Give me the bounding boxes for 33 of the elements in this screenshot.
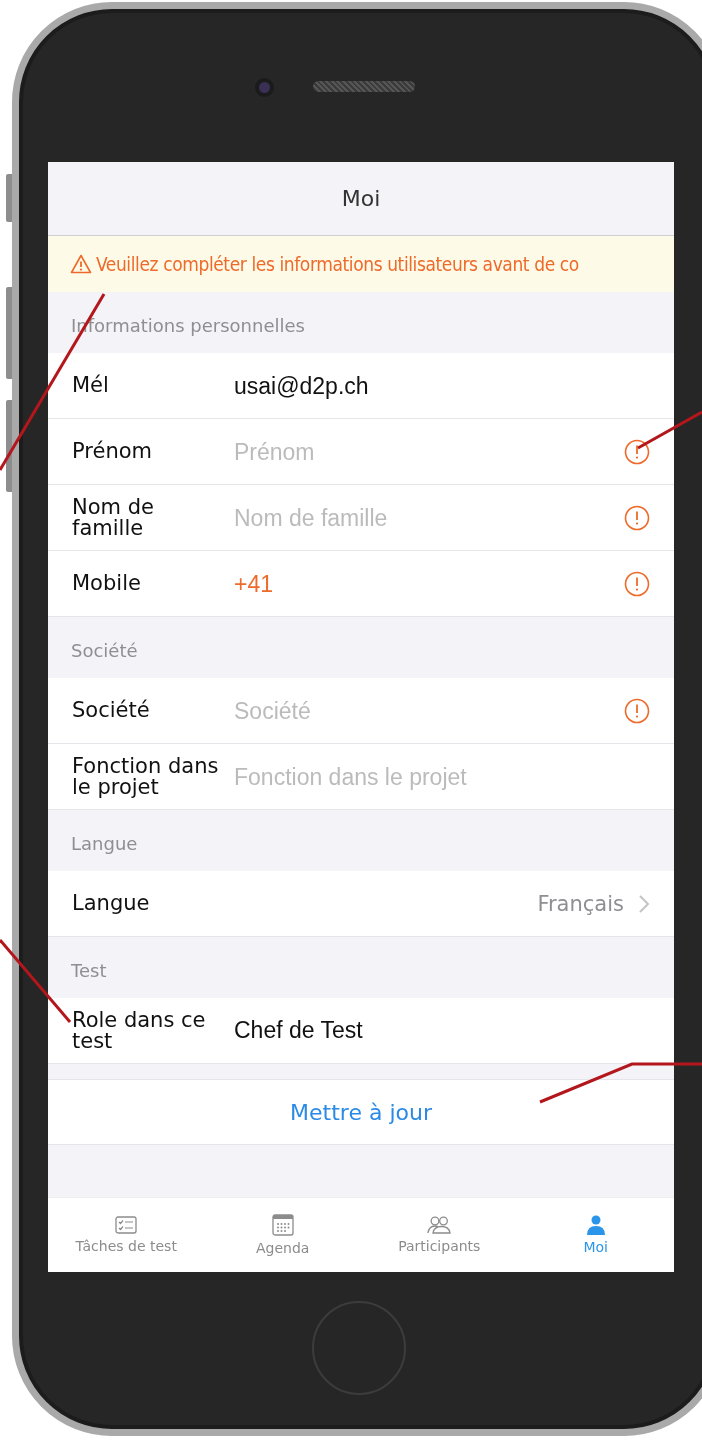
people-icon bbox=[427, 1216, 452, 1234]
form-field[interactable]: Société Société bbox=[48, 678, 674, 744]
form-field[interactable]: Mél usai@d2p.ch bbox=[48, 353, 674, 419]
field-label: Role dans ce test bbox=[72, 1009, 207, 1052]
field-label: Société bbox=[72, 700, 151, 721]
form-field[interactable]: Nom de famille Nom de famille bbox=[48, 485, 674, 551]
calendar-icon bbox=[271, 1214, 294, 1236]
section-header: Test bbox=[71, 960, 107, 981]
input-field[interactable]: Fonction dans le projet bbox=[234, 764, 650, 791]
field-value: Chef de Test bbox=[234, 1017, 363, 1044]
form-field[interactable]: Prénom Prénom bbox=[48, 419, 674, 485]
camera-icon bbox=[259, 82, 270, 93]
section-header: Société bbox=[71, 640, 138, 661]
section-header: Langue bbox=[71, 833, 138, 854]
warning-icon bbox=[70, 254, 92, 274]
page-title: Moi bbox=[341, 186, 381, 211]
field-label: Nom de famille bbox=[72, 496, 155, 539]
field-label: Mobile bbox=[72, 573, 142, 594]
checklist-icon bbox=[115, 1216, 138, 1234]
warning-message: Veuillez compléter les informations utilisateurs avant de co bbox=[96, 253, 579, 275]
person-icon bbox=[584, 1215, 607, 1235]
update-button[interactable]: Mettre à jour bbox=[48, 1079, 674, 1145]
form-field[interactable]: Mobile +41 bbox=[48, 551, 674, 617]
input-field[interactable]: Nom de famille bbox=[234, 505, 624, 532]
chevron-right-icon bbox=[638, 893, 650, 914]
field-label: Prénom bbox=[72, 441, 153, 462]
field-label: Mél bbox=[72, 375, 110, 396]
field-label: Langue bbox=[72, 893, 151, 914]
input-field[interactable]: Prénom bbox=[234, 439, 624, 466]
input-field[interactable]: usai@d2p.ch bbox=[234, 373, 650, 400]
leader-line bbox=[637, 410, 702, 450]
input-field[interactable]: Société bbox=[234, 698, 624, 725]
field-label: Fonction dans le projet bbox=[72, 755, 220, 798]
